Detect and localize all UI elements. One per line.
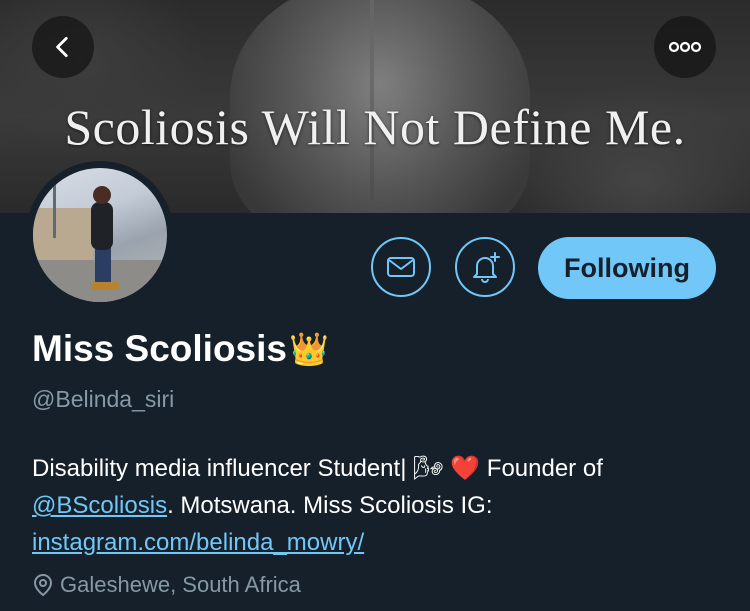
chevron-left-icon [56, 36, 68, 58]
mail-icon [387, 257, 415, 277]
more-button[interactable] [654, 16, 716, 78]
display-name: Miss Scoliosis 👑 [32, 328, 329, 370]
profile-location: Galeshewe, South Africa [32, 572, 301, 598]
bell-plus-icon [473, 252, 500, 283]
location-pin-icon [33, 573, 53, 597]
back-button[interactable] [32, 16, 94, 78]
avatar[interactable] [26, 161, 174, 309]
banner-caption: Scoliosis Will Not Define Me. [64, 99, 686, 155]
crown-emoji: 👑 [289, 331, 329, 367]
avatar-photo [33, 168, 167, 302]
profile-bio: Disability media influencer Student| 🌬 ❤… [32, 450, 732, 561]
more-horizontal-icon [668, 41, 702, 53]
message-button[interactable] [371, 237, 431, 297]
user-handle: @Belinda_siri [32, 386, 175, 412]
bio-mention-link[interactable]: @BScoliosis [32, 492, 167, 519]
bio-text-2: . Motswana. Miss Scoliosis IG: [167, 492, 493, 519]
notifications-button[interactable] [455, 237, 515, 297]
location-text: Galeshewe, South Africa [60, 572, 301, 597]
bio-text-1: Disability media influencer Student| 🌬 ❤… [32, 455, 603, 482]
following-button[interactable]: Following [538, 237, 716, 299]
bio-instagram-link[interactable]: instagram.com/belinda_mowry/ [32, 529, 364, 556]
display-name-text: Miss Scoliosis [32, 328, 287, 369]
